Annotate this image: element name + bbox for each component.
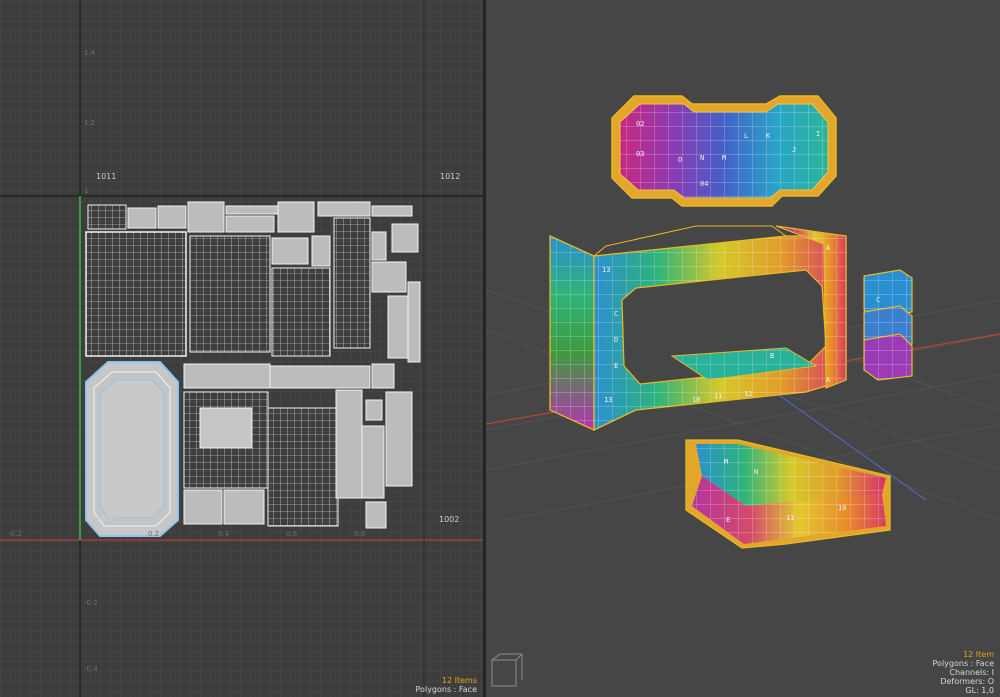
uv-island[interactable] bbox=[365, 501, 387, 529]
checker-label: B bbox=[770, 352, 775, 360]
uv-island[interactable] bbox=[271, 237, 309, 265]
uv-island[interactable] bbox=[189, 235, 271, 353]
uv-island[interactable] bbox=[365, 399, 383, 421]
checker-label: E bbox=[614, 362, 619, 370]
uv-island[interactable] bbox=[277, 201, 315, 233]
uv-island[interactable] bbox=[387, 295, 409, 359]
uv-island[interactable] bbox=[317, 201, 371, 217]
uv-island[interactable] bbox=[385, 391, 413, 487]
tile-label-1001: 1001 bbox=[96, 515, 117, 524]
uv-island[interactable] bbox=[225, 205, 279, 215]
tile-label-1011: 1011 bbox=[96, 172, 117, 181]
viewport-deformers: Deformers: O bbox=[940, 677, 994, 686]
tick-u-0.8: 0.8 bbox=[354, 530, 366, 538]
uv-selection-mode: Polygons : Face bbox=[415, 685, 477, 694]
tile-label-1002: 1002 bbox=[439, 515, 460, 524]
viewport-selection-mode: Polygons : Face bbox=[932, 659, 994, 668]
uv-island[interactable] bbox=[187, 201, 225, 233]
checker-label: E bbox=[726, 516, 731, 524]
uv-item-count: 12 Items bbox=[441, 676, 477, 685]
tick-u-minus-0.2: -0.2 bbox=[8, 530, 22, 538]
uv-island[interactable] bbox=[361, 425, 385, 499]
checker-label: O bbox=[678, 156, 683, 164]
uv-grid-canvas[interactable] bbox=[0, 0, 483, 697]
checker-label: 04 bbox=[700, 180, 709, 188]
checker-label: 03 bbox=[636, 150, 645, 158]
checker-label: 11 bbox=[714, 392, 723, 400]
checker-label: C bbox=[876, 296, 881, 304]
tick-v-minus-0.4: -0.4 bbox=[84, 665, 98, 673]
tick-u-0.4: 0.4 bbox=[218, 530, 230, 538]
viewport-item-count: 12 Item bbox=[963, 650, 994, 659]
uv-island[interactable] bbox=[127, 207, 157, 229]
uv-island[interactable] bbox=[269, 365, 371, 389]
viewport-gl-info: GL: 1,0 bbox=[965, 686, 994, 695]
uv-island[interactable] bbox=[335, 389, 363, 499]
uv-island[interactable] bbox=[311, 235, 331, 267]
3d-viewport[interactable]: 02 03 04 13 13 12 11 10 A A B C C D E I … bbox=[486, 0, 1000, 697]
checker-label: 12 bbox=[744, 390, 753, 398]
tick-v-1.2: 1.2 bbox=[84, 119, 96, 127]
uv-island[interactable] bbox=[267, 407, 339, 527]
checker-label: 10 bbox=[838, 504, 847, 512]
uv-island[interactable] bbox=[85, 231, 187, 357]
checker-labels: 02 03 04 13 13 12 11 10 A A B C C D E I … bbox=[486, 0, 1000, 697]
checker-label: D bbox=[614, 336, 619, 344]
uv-island[interactable] bbox=[223, 489, 265, 525]
tile-label-1012: 1012 bbox=[440, 172, 461, 181]
tick-u-0.6: 0.6 bbox=[286, 530, 298, 538]
uv-island[interactable] bbox=[183, 363, 271, 389]
uv-island[interactable] bbox=[183, 489, 223, 525]
uv-island[interactable] bbox=[271, 267, 331, 357]
checker-label: 13 bbox=[604, 396, 613, 404]
uv-island[interactable] bbox=[225, 215, 275, 233]
checker-label: N bbox=[754, 468, 759, 476]
uv-island[interactable] bbox=[157, 205, 187, 229]
checker-label: J bbox=[792, 146, 797, 154]
uv-status-overlay: 12 Items Polygons : Face bbox=[416, 676, 477, 694]
uv-island[interactable] bbox=[371, 231, 387, 261]
selected-uv-island[interactable] bbox=[85, 361, 179, 537]
checker-label: I bbox=[816, 130, 821, 138]
checker-label: N bbox=[700, 154, 705, 162]
uv-island[interactable] bbox=[371, 205, 413, 217]
uv-island[interactable] bbox=[333, 217, 371, 349]
uv-island-inner bbox=[199, 407, 253, 449]
uv-island[interactable] bbox=[407, 281, 421, 363]
checker-label: M bbox=[722, 154, 727, 162]
tick-v-minus-0.2: -0.2 bbox=[84, 599, 98, 607]
checker-label: 11 bbox=[786, 514, 795, 522]
checker-label: 02 bbox=[636, 120, 645, 128]
viewport-status-overlay: 12 Item Polygons : Face Channels: I Defo… bbox=[933, 650, 994, 695]
tick-u-0.2: 0.2 bbox=[148, 530, 160, 538]
checker-label: 10 bbox=[692, 396, 701, 404]
uv-island[interactable] bbox=[87, 204, 127, 230]
checker-label: 13 bbox=[602, 266, 611, 274]
uv-island[interactable] bbox=[391, 223, 419, 253]
checker-label: L bbox=[744, 132, 749, 140]
uv-island[interactable] bbox=[371, 363, 395, 389]
checker-label: A bbox=[826, 244, 831, 252]
checker-label: K bbox=[766, 132, 771, 140]
tick-v-1: 1 bbox=[84, 187, 89, 195]
checker-label: A bbox=[826, 376, 831, 384]
uv-editor-viewport[interactable]: 1011 1012 1001 1002 1.4 1.2 1 -0.2 -0.4 … bbox=[0, 0, 483, 697]
uv-island[interactable] bbox=[371, 261, 407, 293]
viewport-channels: Channels: I bbox=[949, 668, 994, 677]
checker-label: C bbox=[614, 310, 619, 318]
tick-v-1.4: 1.4 bbox=[84, 49, 96, 57]
checker-label: M bbox=[724, 458, 729, 466]
